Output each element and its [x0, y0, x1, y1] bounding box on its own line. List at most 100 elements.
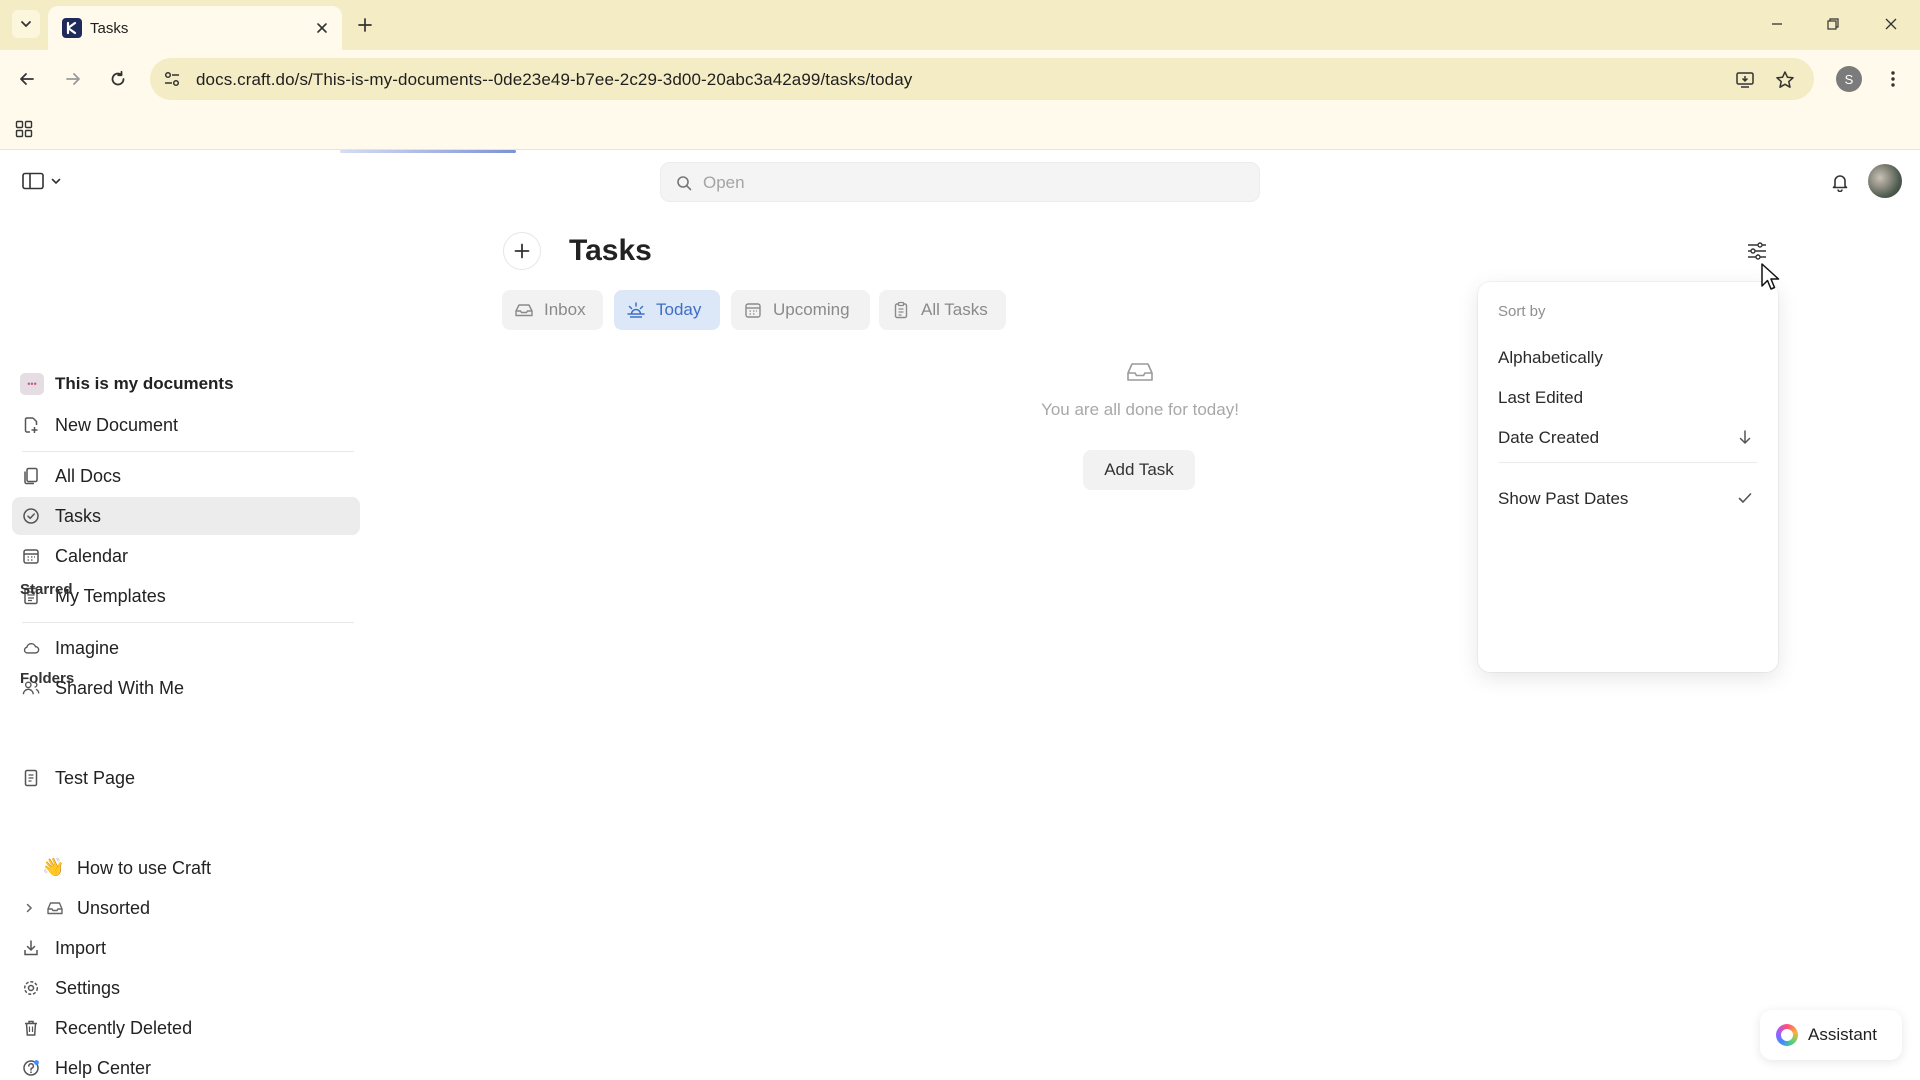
tab-close-icon[interactable] — [312, 18, 332, 38]
sort-option-label: Date Created — [1498, 428, 1600, 447]
notifications-bell-icon[interactable] — [1828, 170, 1852, 194]
site-info-icon[interactable] — [162, 69, 182, 89]
sidebar-item-all-docs[interactable]: All Docs — [12, 457, 360, 495]
tab-label: All Tasks — [921, 300, 988, 319]
assistant-button[interactable]: Assistant — [1760, 1010, 1902, 1060]
sidebar-toggle-button[interactable] — [22, 170, 70, 192]
empty-state-message: You are all done for today! — [1041, 400, 1239, 419]
sidebar: ••• This is my documents New Document Al… — [0, 150, 370, 1080]
sidebar-item-label: Import — [55, 937, 107, 958]
craft-app: ••• This is my documents New Document Al… — [0, 150, 1920, 1080]
sort-filter-button[interactable] — [1744, 238, 1770, 264]
documents-icon — [22, 467, 40, 485]
close-window-button[interactable] — [1874, 10, 1908, 38]
sidebar-workspace[interactable]: ••• This is my documents — [12, 365, 360, 403]
search-input[interactable]: Open — [660, 162, 1260, 202]
install-app-icon[interactable] — [1734, 69, 1756, 91]
minimize-icon — [1770, 17, 1784, 31]
tab-inbox[interactable]: Inbox — [502, 290, 603, 330]
tab-upcoming[interactable]: Upcoming — [731, 290, 870, 330]
show-past-dates-toggle[interactable]: Show Past Dates — [1486, 480, 1770, 516]
assistant-label: Assistant — [1808, 1025, 1877, 1044]
sidebar-item-label: Shared With Me — [55, 677, 185, 698]
sidebar-item-imagine[interactable]: Imagine — [12, 629, 360, 667]
minimize-button[interactable] — [1760, 10, 1794, 38]
sort-menu-divider — [1498, 462, 1758, 463]
calendar-icon — [743, 301, 763, 319]
forward-button[interactable] — [58, 64, 88, 94]
new-tab-button[interactable] — [352, 12, 378, 38]
help-icon — [22, 1059, 40, 1077]
checkmark-icon — [1736, 489, 1754, 507]
sidebar-panel-icon — [22, 172, 44, 190]
tab-title: Tasks — [90, 20, 129, 37]
sort-option-last-edited[interactable]: Last Edited — [1486, 379, 1770, 415]
tab-label: Today — [656, 300, 702, 319]
sidebar-item-label: All Docs — [55, 465, 122, 486]
tab-today[interactable]: Today — [614, 290, 720, 330]
sidebar-item-tasks[interactable]: Tasks — [12, 497, 360, 535]
add-task-plus-button[interactable] — [503, 232, 541, 270]
page-title: Tasks — [569, 234, 652, 267]
starred-heading: Starred — [20, 581, 73, 598]
tab-label: Inbox — [544, 300, 586, 319]
address-bar[interactable]: docs.craft.do/s/This-is-my-documents--0d… — [150, 58, 1814, 100]
inbox-tray-icon — [46, 899, 64, 917]
sidebar-item-label: Calendar — [55, 545, 129, 566]
workspace-badge: ••• — [20, 373, 44, 395]
bookmark-star-icon[interactable] — [1774, 69, 1796, 91]
show-past-dates-label: Show Past Dates — [1498, 489, 1629, 508]
trash-icon — [22, 1019, 40, 1037]
sidebar-item-label: Tasks — [55, 505, 102, 526]
assistant-ring-icon — [1776, 1024, 1798, 1046]
sidebar-item-help-center[interactable]: Help Center — [12, 1049, 360, 1080]
browser-menu-button[interactable] — [1880, 64, 1906, 94]
back-button[interactable] — [12, 64, 42, 94]
gear-icon — [22, 979, 40, 997]
folder-how-to-use-craft[interactable]: 👋 How to use Craft — [12, 849, 360, 887]
page-icon — [22, 769, 40, 787]
sidebar-item-label: Help Center — [55, 1057, 152, 1078]
url-text: docs.craft.do/s/This-is-my-documents--0d… — [196, 70, 913, 89]
tab-all-tasks[interactable]: All Tasks — [879, 290, 1006, 330]
sidebar-item-new-document[interactable]: New Document — [12, 406, 360, 444]
apps-grid-icon[interactable] — [12, 117, 36, 141]
clipboard-icon — [891, 301, 911, 319]
workspace-name: This is my documents — [55, 374, 234, 393]
sidebar-item-recently-deleted[interactable]: Recently Deleted — [12, 1009, 360, 1047]
plus-icon — [513, 242, 531, 260]
sidebar-item-test-page[interactable]: Test Page — [12, 759, 360, 797]
chevron-down-icon — [50, 175, 62, 187]
sidebar-item-import[interactable]: Import — [12, 929, 360, 967]
sidebar-item-calendar[interactable]: Calendar — [12, 537, 360, 575]
sidebar-item-label: New Document — [55, 414, 179, 435]
sort-option-label: Last Edited — [1498, 388, 1584, 407]
chevron-right-icon[interactable] — [22, 901, 36, 915]
craft-logo-icon — [62, 18, 82, 38]
user-avatar[interactable] — [1868, 164, 1902, 198]
sort-option-label: Alphabetically — [1498, 348, 1603, 367]
import-icon — [22, 939, 40, 957]
check-circle-icon — [22, 507, 40, 525]
browser-tab-active[interactable]: Tasks — [48, 6, 342, 50]
sort-option-date-created[interactable]: Date Created — [1486, 419, 1770, 455]
sunrise-icon — [626, 301, 646, 319]
empty-inbox-icon — [1126, 360, 1154, 384]
sort-option-alphabetically[interactable]: Alphabetically — [1486, 339, 1770, 375]
search-placeholder: Open — [703, 173, 745, 192]
sidebar-divider — [22, 622, 354, 623]
add-task-button[interactable]: Add Task — [1083, 450, 1195, 490]
sort-menu: Sort by Alphabetically Last Edited Date … — [1478, 282, 1778, 672]
plus-icon — [357, 17, 373, 33]
reload-button[interactable] — [103, 64, 133, 94]
folder-label: How to use Craft — [77, 857, 212, 878]
folder-unsorted[interactable]: Unsorted — [12, 889, 360, 927]
more-vertical-icon — [1890, 70, 1896, 88]
profile-avatar-button[interactable]: S — [1836, 66, 1862, 92]
sidebar-item-settings[interactable]: Settings — [12, 969, 360, 1007]
restore-button[interactable] — [1816, 10, 1850, 38]
tab-label: Upcoming — [773, 300, 850, 319]
tab-search-button[interactable] — [12, 10, 40, 38]
search-icon — [675, 174, 693, 192]
sidebar-divider — [22, 451, 354, 452]
